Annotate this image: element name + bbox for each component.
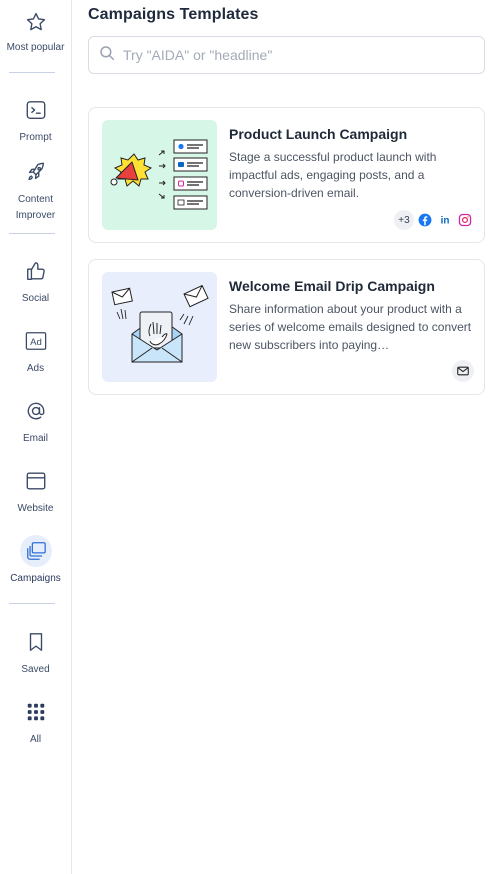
sidebar-item-most-popular[interactable]: Most popular xyxy=(0,6,71,56)
linkedin-icon: in xyxy=(436,211,454,229)
sidebar-item-label: Ads xyxy=(26,363,45,374)
sidebar-item-label: All xyxy=(29,734,42,745)
sidebar-item-saved[interactable]: Saved xyxy=(0,626,71,678)
search-input[interactable] xyxy=(123,47,463,63)
sidebar-item-all[interactable]: All xyxy=(0,696,71,748)
sidebar-item-website[interactable]: Website xyxy=(0,465,71,517)
sidebar-item-social[interactable]: Social xyxy=(0,255,71,307)
facebook-icon xyxy=(416,211,434,229)
product-launch-illustration xyxy=(102,120,217,230)
template-card-product-launch[interactable]: Product Launch Campaign Stage a successf… xyxy=(88,107,485,243)
sidebar-divider xyxy=(9,603,55,604)
rocket-icon xyxy=(20,156,52,188)
sidebar-item-label: Most popular xyxy=(6,42,65,53)
sidebar-item-label: Campaigns xyxy=(10,573,61,584)
bookmark-icon xyxy=(20,626,52,658)
sidebar-item-label: Website xyxy=(17,503,54,514)
more-channels-badge: +3 xyxy=(394,210,414,230)
page-title: Campaigns Templates xyxy=(88,6,259,23)
at-sign-icon xyxy=(20,395,52,427)
search-icon xyxy=(98,44,116,67)
ad-icon: Ad xyxy=(20,325,52,357)
svg-text:in: in xyxy=(441,216,450,227)
sidebar-item-label: Social xyxy=(21,293,50,304)
sidebar: Most popular Prompt Content Improver Soc… xyxy=(0,0,72,874)
template-card-welcome-email-drip[interactable]: Welcome Email Drip Campaign Share inform… xyxy=(88,259,485,395)
sidebar-divider xyxy=(9,233,55,234)
svg-text:Ad: Ad xyxy=(30,337,42,348)
stacked-layers-icon xyxy=(19,535,52,567)
card-description: Share information about your product wit… xyxy=(229,302,472,352)
welcome-email-illustration xyxy=(102,272,217,382)
sidebar-item-label: Email xyxy=(22,433,48,444)
star-icon xyxy=(20,6,52,38)
sidebar-item-prompt[interactable]: Prompt xyxy=(0,94,71,146)
sidebar-item-campaigns[interactable]: Campaigns xyxy=(0,535,71,587)
channel-badges xyxy=(452,360,474,382)
sidebar-item-ads[interactable]: Ad Ads xyxy=(0,325,71,377)
sidebar-item-email[interactable]: Email xyxy=(0,395,71,447)
sidebar-item-label: Saved xyxy=(21,664,50,675)
sidebar-divider xyxy=(9,72,55,73)
card-title: Product Launch Campaign xyxy=(229,126,408,142)
search-box[interactable] xyxy=(88,36,485,74)
sidebar-item-label: Prompt xyxy=(19,132,52,143)
terminal-icon xyxy=(20,94,52,126)
card-title: Welcome Email Drip Campaign xyxy=(229,278,435,294)
mail-icon xyxy=(452,360,474,382)
instagram-icon xyxy=(456,211,474,229)
grid-dots-icon xyxy=(20,696,52,728)
thumbs-up-icon xyxy=(20,255,52,287)
card-description: Stage a successful product launch with i… xyxy=(229,150,437,200)
channel-badges: +3 in xyxy=(394,210,474,230)
sidebar-item-content-improver[interactable]: Content Improver xyxy=(0,156,71,224)
browser-window-icon xyxy=(20,465,52,497)
sidebar-item-label: Content Improver xyxy=(15,194,56,221)
